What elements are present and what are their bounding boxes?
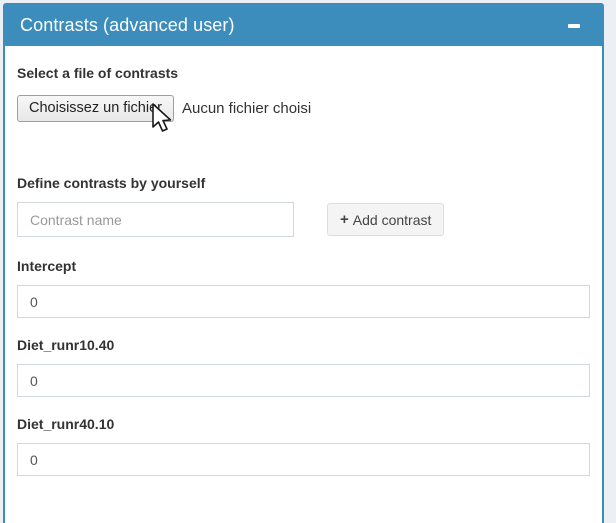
panel-body: Select a file of contrasts Choisissez un…	[5, 46, 602, 505]
contrast-value-input-intercept[interactable]	[17, 285, 590, 318]
contrast-field-diet-runr10-40: Diet_runr10.40	[17, 337, 590, 397]
contrasts-panel: Contrasts (advanced user) Select a file …	[3, 3, 604, 523]
define-contrasts-label: Define contrasts by yourself	[17, 175, 590, 192]
contrast-field-diet-runr40-10: Diet_runr40.10	[17, 416, 590, 476]
define-contrasts-row: + Add contrast	[17, 202, 590, 237]
plus-icon: +	[340, 211, 349, 228]
contrast-field-label: Diet_runr10.40	[17, 337, 590, 354]
panel-title: Contrasts (advanced user)	[20, 15, 235, 36]
contrast-name-input[interactable]	[17, 202, 294, 237]
choose-file-button[interactable]: Choisissez un fichier	[17, 95, 174, 122]
contrast-value-input-diet-runr40-10[interactable]	[17, 443, 590, 476]
define-contrasts-group: Define contrasts by yourself + Add contr…	[17, 175, 590, 237]
file-input-group: Select a file of contrasts Choisissez un…	[17, 65, 590, 122]
contrast-field-label: Intercept	[17, 258, 590, 275]
collapse-button[interactable]	[563, 22, 585, 30]
contrast-value-input-diet-runr10-40[interactable]	[17, 364, 590, 397]
minus-icon	[568, 24, 580, 28]
file-input-label: Select a file of contrasts	[17, 65, 590, 82]
contrast-field-intercept: Intercept	[17, 258, 590, 318]
file-status-text: Aucun fichier choisi	[182, 100, 311, 117]
file-input-row: Choisissez un fichier Aucun fichier choi…	[17, 95, 590, 122]
contrast-field-label: Diet_runr40.10	[17, 416, 590, 433]
add-contrast-button-label: Add contrast	[353, 212, 432, 228]
panel-header: Contrasts (advanced user)	[5, 5, 602, 46]
add-contrast-button[interactable]: + Add contrast	[327, 203, 444, 236]
